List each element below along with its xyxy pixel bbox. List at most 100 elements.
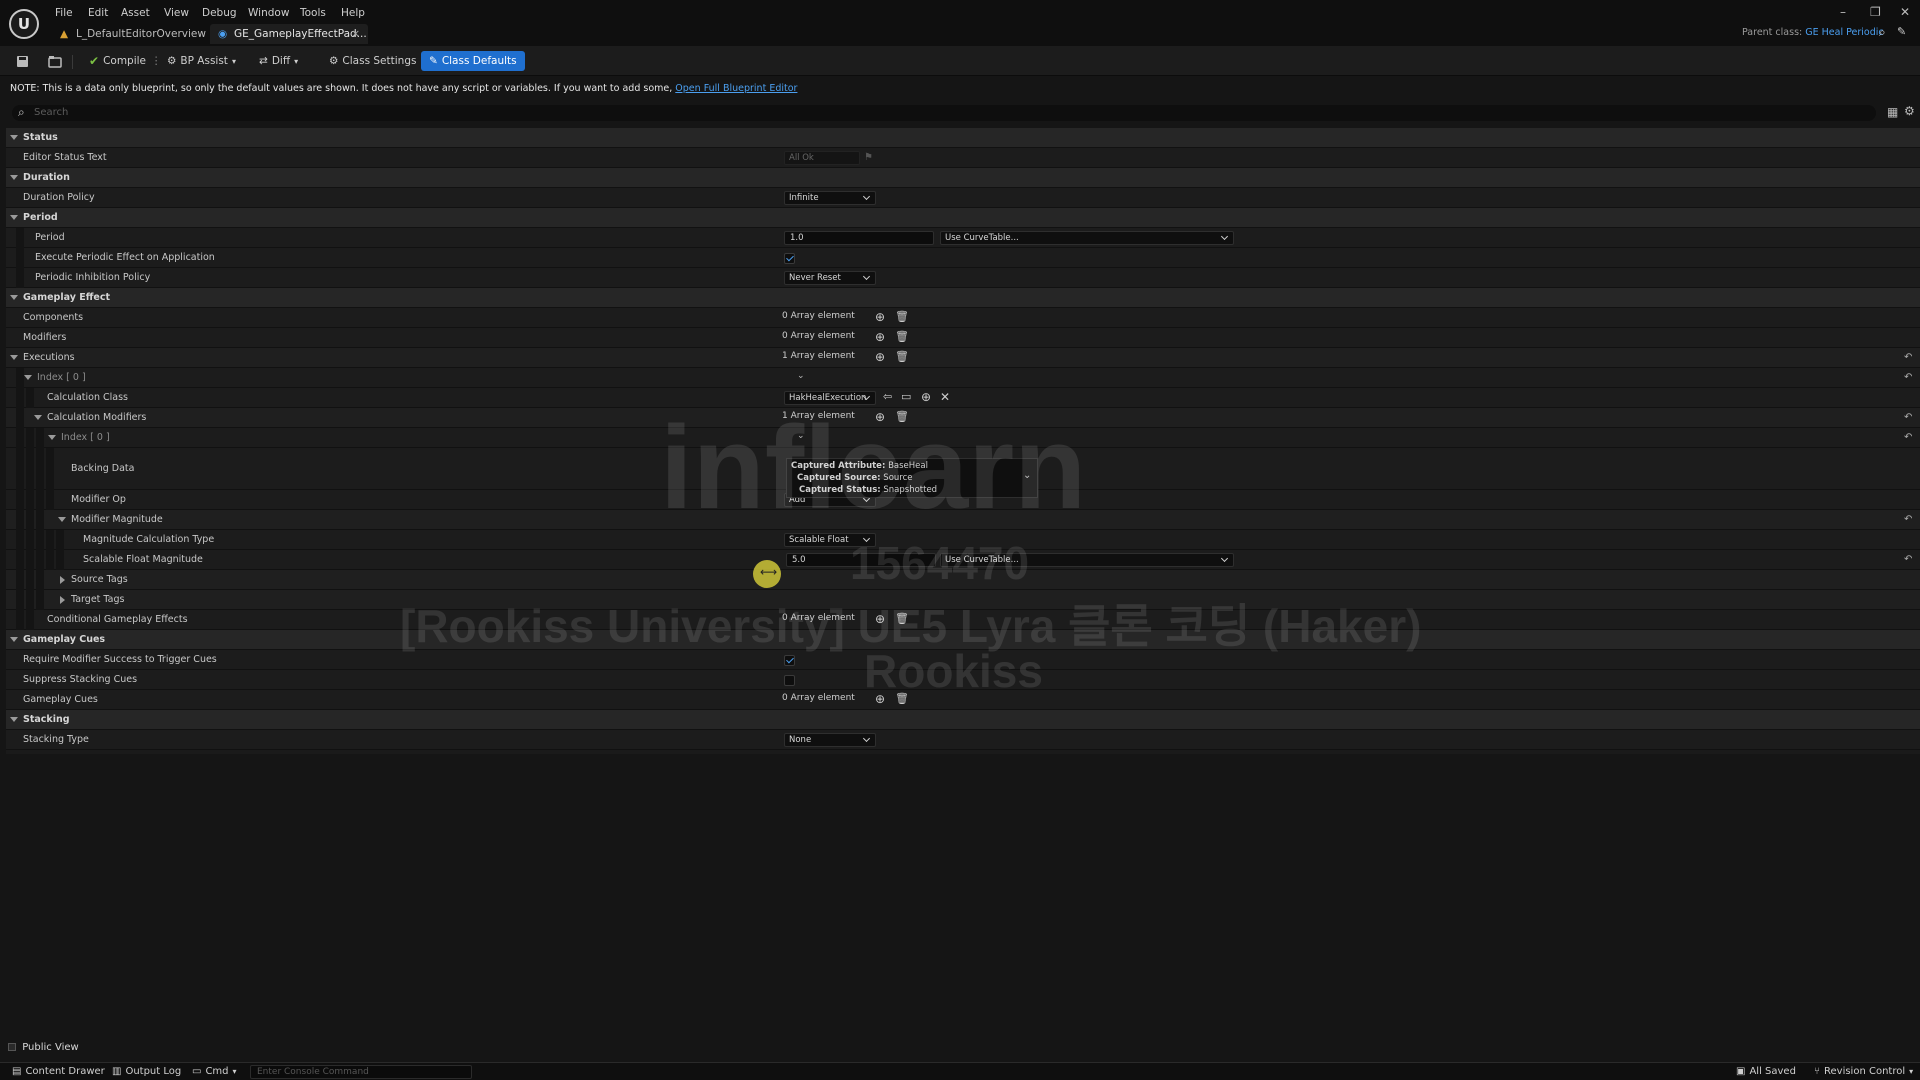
reset-to-default-icon[interactable]: ↶ (1904, 432, 1916, 444)
expand-arrow-icon (10, 355, 18, 360)
menu-debug[interactable]: Debug (202, 7, 237, 19)
category-label: Status (23, 132, 58, 143)
tab-level[interactable]: ▲ L_DefaultEditorOverview (56, 24, 206, 44)
console-command-input[interactable]: Enter Console Command (250, 1065, 472, 1079)
category-gameplay-effect[interactable]: Gameplay Effect (6, 288, 1920, 308)
browse-asset-icon[interactable] (48, 53, 62, 70)
compile-options-icon[interactable]: ⋮ (151, 53, 162, 70)
menu-file[interactable]: File (55, 7, 73, 19)
browse-search-icon[interactable]: ⌕ (1879, 25, 1886, 40)
expand-arrow-icon (10, 215, 18, 220)
open-full-blueprint-editor-link[interactable]: Open Full Blueprint Editor (675, 83, 797, 94)
bp-assist-label: BP Assist (180, 55, 228, 67)
settings-gear-icon: ⚙ (329, 55, 339, 67)
property-label: Target Tags (71, 594, 125, 605)
suppress-stacking-cues-checkbox[interactable] (784, 675, 795, 686)
property-row-index[interactable]: Index [ 0 ] ⌄ ↶ (6, 368, 1920, 388)
edit-pencil-icon[interactable]: ✎ (1897, 25, 1906, 38)
period-input[interactable]: 1.0 (784, 231, 934, 245)
property-label: Period (35, 232, 65, 243)
unreal-logo-icon[interactable]: U (9, 9, 39, 39)
duration-policy-dropdown[interactable]: Infinite (784, 191, 876, 205)
chevron-down-icon[interactable]: ⌄ (797, 371, 805, 381)
delete-icon[interactable]: 🗑 (895, 350, 909, 363)
add-element-icon[interactable]: ⊕ (875, 310, 885, 324)
period-curve-table-dropdown[interactable]: Use CurveTable... (940, 231, 1234, 245)
reset-to-default-icon[interactable]: ↶ (1904, 554, 1916, 566)
property-label: Modifier Op (71, 494, 126, 505)
save-icon[interactable] (16, 53, 29, 70)
expand-arrow-icon (48, 435, 56, 440)
require-modifier-success-checkbox[interactable] (784, 655, 795, 666)
public-view-label: Public View (22, 1042, 79, 1053)
reset-to-default-icon[interactable]: ↶ (1904, 372, 1916, 384)
minimize-icon[interactable]: – (1840, 5, 1846, 19)
property-label: Index [ 0 ] (37, 372, 86, 383)
menu-edit[interactable]: Edit (88, 7, 108, 19)
status-bar: ▤ Content Drawer ▥ Output Log ▭ Cmd ▾ En… (0, 1062, 1920, 1080)
delete-icon[interactable]: 🗑 (895, 310, 909, 323)
category-duration[interactable]: Duration (6, 168, 1920, 188)
bp-assist-button[interactable]: ⚙ BP Assist ▾ (167, 53, 236, 70)
property-label: Stacking Type (23, 734, 89, 745)
compile-label: Compile (103, 55, 147, 67)
expand-arrow-icon (10, 637, 18, 642)
parent-class-prefix: Parent class: (1742, 27, 1803, 38)
parent-class-link[interactable]: GE Heal Periodic (1805, 27, 1883, 38)
property-label: Require Modifier Success to Trigger Cues (23, 654, 217, 665)
property-row: Duration Policy Infinite (6, 188, 1920, 208)
stacking-type-dropdown[interactable]: None (784, 733, 876, 747)
content-drawer-icon: ▤ (12, 1066, 22, 1077)
content-drawer-button[interactable]: ▤ Content Drawer (12, 1066, 105, 1077)
output-log-button[interactable]: ▥ Output Log (112, 1066, 181, 1077)
reset-to-default-icon[interactable]: ↶ (1904, 514, 1916, 526)
reset-to-default-icon[interactable]: ↶ (1904, 412, 1916, 424)
settings-icon[interactable]: ⚙ (1904, 104, 1915, 118)
close-window-icon[interactable]: ✕ (1900, 5, 1910, 19)
reset-to-default-icon[interactable]: ↶ (1904, 352, 1916, 364)
compile-button[interactable]: ✔ Compile (89, 53, 146, 70)
menu-view[interactable]: View (164, 7, 189, 19)
dropdown-value: Use CurveTable... (945, 233, 1019, 243)
flag-icon: ⚑ (864, 152, 873, 163)
revision-control-button[interactable]: ⑂ Revision Control ▾ (1814, 1066, 1913, 1077)
delete-icon[interactable]: 🗑 (895, 330, 909, 343)
maximize-icon[interactable]: ❐ (1870, 5, 1881, 19)
watermark-author: Rookiss (864, 645, 1043, 697)
class-defaults-button[interactable]: ✎ Class Defaults (421, 51, 525, 71)
menu-asset[interactable]: Asset (121, 7, 150, 19)
category-period[interactable]: Period (6, 208, 1920, 228)
expand-arrow-icon (10, 135, 18, 140)
public-view-toggle[interactable]: Public View (8, 1042, 79, 1053)
public-view-checkbox[interactable] (8, 1043, 16, 1051)
inhibition-policy-dropdown[interactable]: Never Reset (784, 271, 876, 285)
property-label: Conditional Gameplay Effects (47, 614, 188, 625)
property-label: Execute Periodic Effect on Application (35, 252, 215, 263)
add-element-icon[interactable]: ⊕ (875, 350, 885, 364)
property-row-executions[interactable]: Executions 1 Array element ⊕ 🗑 ↶ (6, 348, 1920, 368)
class-settings-button[interactable]: ⚙ Class Settings (329, 53, 416, 70)
menu-window[interactable]: Window (248, 7, 289, 19)
output-log-icon: ▥ (112, 1066, 122, 1077)
output-log-label: Output Log (125, 1066, 182, 1077)
menu-help[interactable]: Help (341, 7, 365, 19)
category-status[interactable]: Status (6, 128, 1920, 148)
gear-icon: ⚙ (167, 55, 177, 67)
pencil-icon: ✎ (429, 55, 438, 67)
property-label: Suppress Stacking Cues (23, 674, 138, 685)
add-element-icon[interactable]: ⊕ (875, 330, 885, 344)
diff-button[interactable]: ⇄ Diff ▾ (259, 53, 298, 70)
execute-periodic-checkbox[interactable] (784, 253, 795, 264)
note-text: NOTE: This is a data only blueprint, so … (10, 83, 673, 94)
cmd-dropdown[interactable]: ▭ Cmd ▾ (192, 1066, 237, 1077)
table-view-icon[interactable]: ▦ (1887, 105, 1898, 119)
data-only-note: NOTE: This is a data only blueprint, so … (10, 83, 797, 94)
property-label: Backing Data (71, 463, 135, 474)
details-search-box[interactable]: ⌕ Search (12, 105, 1876, 121)
category-stacking[interactable]: Stacking (6, 710, 1920, 730)
tab-gameplay-effect[interactable]: ◉ GE_GameplayEffectPad... × (210, 24, 368, 44)
close-tab-icon[interactable]: × (351, 24, 360, 44)
all-saved-button[interactable]: ▣ All Saved (1736, 1066, 1796, 1077)
expand-arrow-icon (10, 295, 18, 300)
menu-tools[interactable]: Tools (300, 7, 326, 19)
